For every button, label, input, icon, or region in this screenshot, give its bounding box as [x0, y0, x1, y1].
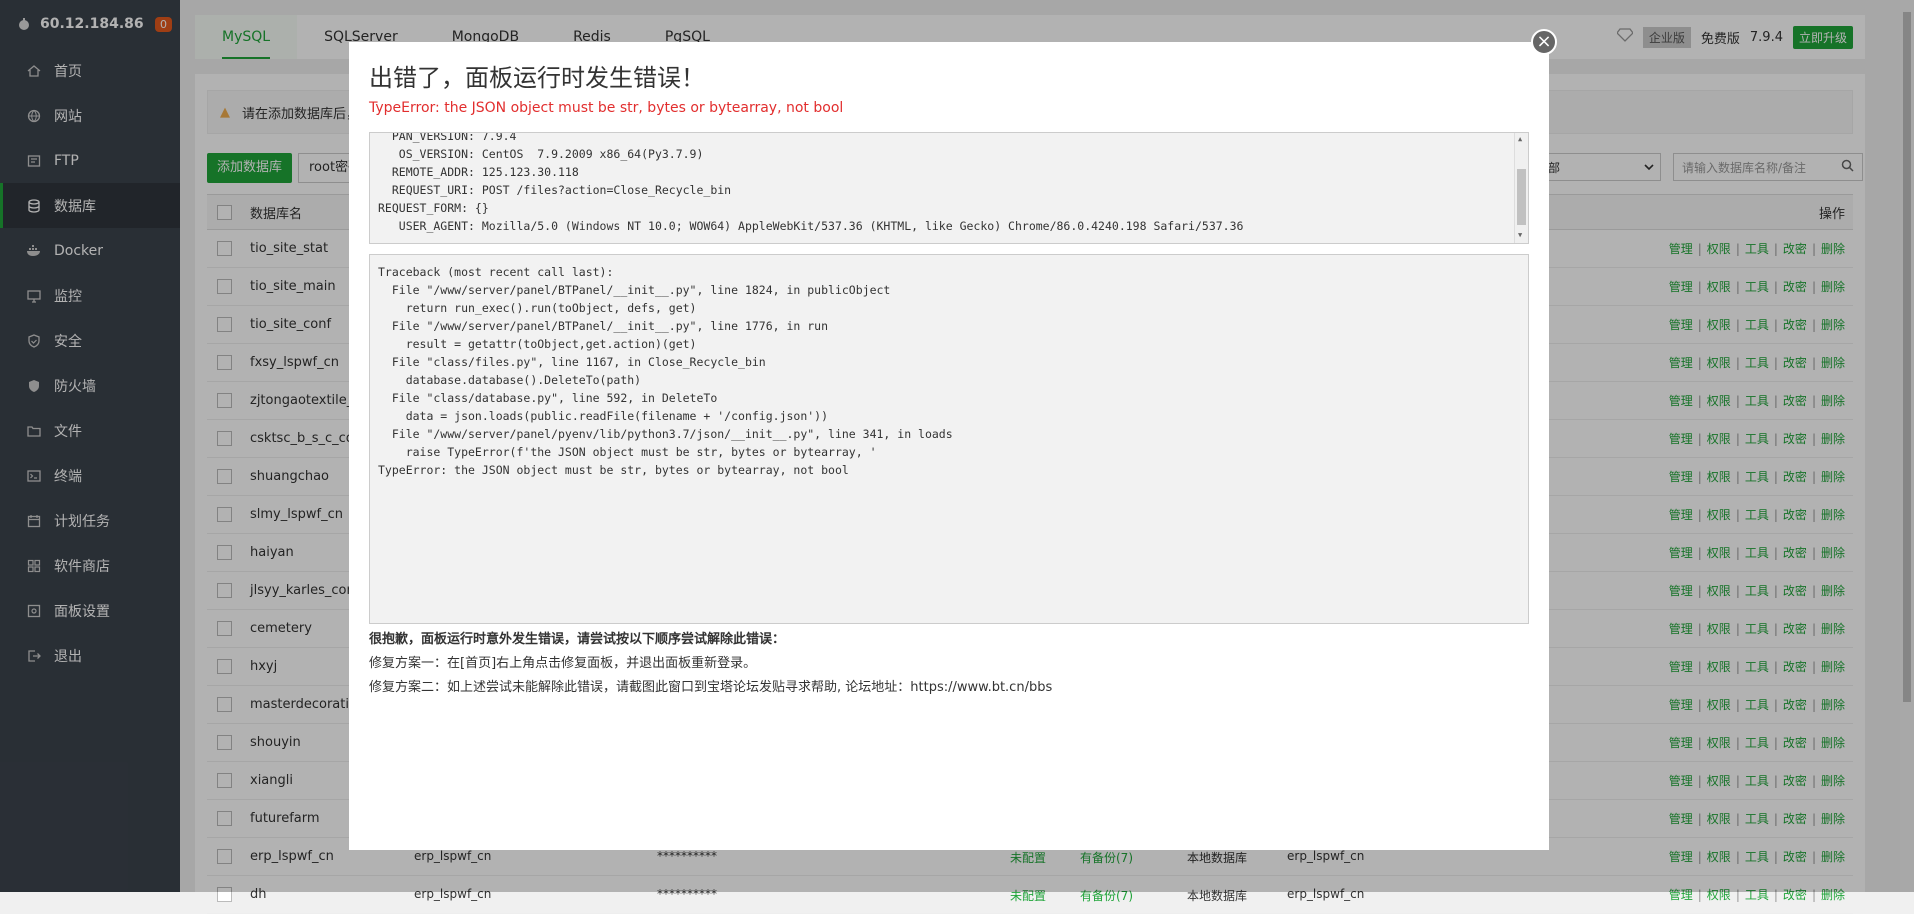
- env-line: USER_AGENT: Mozilla/5.0 (Windows NT 10.0…: [378, 219, 1244, 233]
- error-dialog: 出错了，面板运行时发生错误！ TypeError: the JSON objec…: [349, 42, 1549, 850]
- traceback-box[interactable]: Traceback (most recent call last): File …: [369, 254, 1529, 624]
- trace-line: TypeError: the JSON object must be str, …: [378, 463, 849, 477]
- trace-line: data = json.loads(public.readFile(filena…: [378, 409, 829, 423]
- trace-line: result = getattr(toObject,get.action)(ge…: [378, 337, 697, 351]
- trace-line: File "class/files.py", line 1167, in Clo…: [378, 355, 766, 369]
- trace-line: database.database().DeleteTo(path): [378, 373, 642, 387]
- dialog-error-message: TypeError: the JSON object must be str, …: [369, 100, 844, 116]
- env-line: REQUEST_FORM: {}: [378, 201, 489, 215]
- trace-line: raise TypeError(f'the JSON object must b…: [378, 445, 877, 459]
- close-icon: ×: [1536, 31, 1552, 52]
- trace-line: File "/www/server/panel/pyenv/lib/python…: [378, 427, 953, 441]
- env-line: OS_VERSION: CentOS 7.9.2009 x86_64(Py3.7…: [378, 147, 704, 161]
- env-line: PAN_VERSION: 7.9.4: [378, 132, 517, 143]
- trace-line: Traceback (most recent call last):: [378, 265, 614, 279]
- env-info-box[interactable]: PAN_VERSION: 7.9.4 OS_VERSION: CentOS 7.…: [369, 132, 1529, 244]
- close-dialog-button[interactable]: ×: [1531, 29, 1557, 55]
- help-solution-2: 修复方案二：如上述尝试未能解除此错误，请截图此窗口到宝塔论坛发贴寻求帮助, 论坛…: [369, 680, 1053, 695]
- scroll-up-icon[interactable]: ▲: [1518, 135, 1522, 143]
- trace-line: File "/www/server/panel/BTPanel/__init__…: [378, 283, 891, 297]
- scroll-down-icon[interactable]: ▼: [1518, 231, 1522, 239]
- trace-line: File "/www/server/panel/BTPanel/__init__…: [378, 319, 829, 333]
- env-line: REQUEST_URI: POST /files?action=Close_Re…: [378, 183, 732, 197]
- help-solution-1: 修复方案一：在[首页]右上角点击修复面板，并退出面板重新登录。: [369, 656, 757, 671]
- dialog-title: 出错了，面板运行时发生错误！: [369, 64, 705, 92]
- trace-line: return run_exec().run(toObject, defs, ge…: [378, 301, 697, 315]
- env-line: REMOTE_ADDR: 125.123.30.118: [378, 165, 579, 179]
- help-title: 很抱歉，面板运行时意外发生错误，请尝试按以下顺序尝试解除此错误：: [369, 632, 786, 647]
- trace-line: File "class/database.py", line 592, in D…: [378, 391, 718, 405]
- env-scrollbar[interactable]: ▲ ▼: [1514, 133, 1528, 243]
- env-scrollbar-thumb[interactable]: [1517, 169, 1526, 225]
